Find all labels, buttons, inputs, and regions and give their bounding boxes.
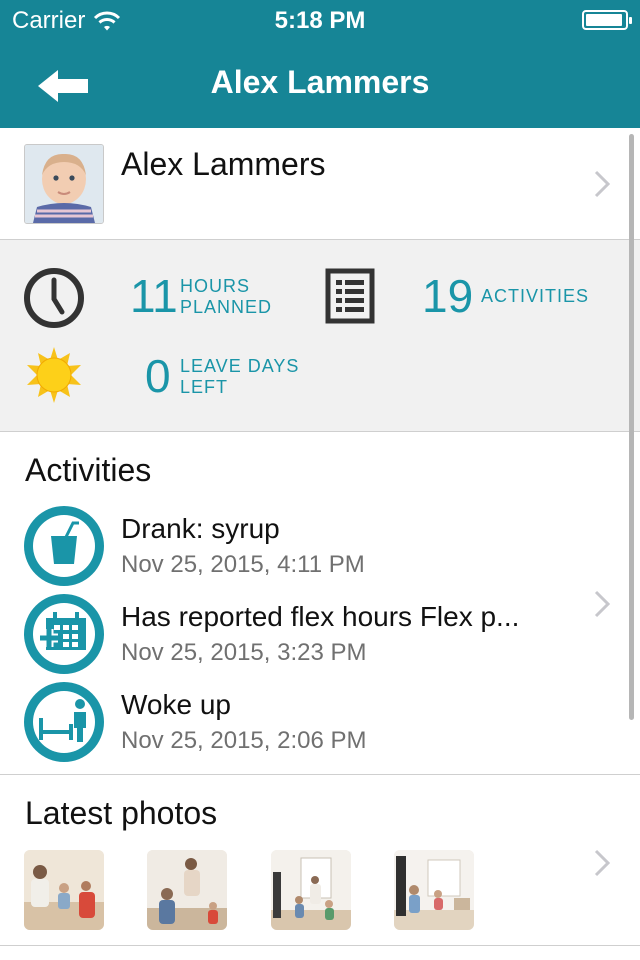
- activity-title: Has reported flex hours Flex p...: [121, 601, 520, 632]
- photos-title: Latest photos: [25, 795, 218, 831]
- hours-label-line2: PLANNED: [180, 297, 273, 317]
- bed-icon: [24, 682, 104, 762]
- list-icon: [325, 268, 375, 324]
- activities-section[interactable]: Activities Drank: syrup Nov 25, 2015, 4:…: [0, 432, 640, 775]
- page-title: Alex Lammers: [210, 64, 430, 100]
- chevron-right-icon: [594, 170, 610, 198]
- navigation-bar: Carrier 5:18 PM Alex Lammers: [0, 0, 640, 128]
- hours-value: 11: [130, 270, 178, 322]
- battery-icon: [582, 10, 632, 30]
- activities-label: ACTIVITIES: [481, 286, 590, 306]
- calendar-plus-icon: [24, 594, 104, 674]
- photo-thumbnail[interactable]: [271, 850, 351, 930]
- leave-label-line1: LEAVE DAYS: [180, 356, 300, 376]
- chevron-right-icon: [594, 849, 610, 877]
- clock-icon: [24, 268, 84, 328]
- photo-thumbnail[interactable]: [147, 850, 227, 930]
- hours-label-line1: HOURS: [180, 276, 251, 296]
- scrollbar[interactable]: [629, 134, 634, 720]
- profile-row[interactable]: Alex Lammers: [0, 128, 640, 240]
- drink-icon: [24, 506, 104, 586]
- activities-value: 19: [422, 270, 474, 322]
- chevron-right-icon: [594, 590, 610, 618]
- photo-thumbnail[interactable]: [24, 850, 104, 930]
- profile-name: Alex Lammers: [121, 146, 326, 182]
- status-time: 5:18 PM: [274, 7, 366, 34]
- sun-icon: [27, 347, 81, 403]
- activity-time: Nov 25, 2015, 4:11 PM: [121, 551, 365, 578]
- stats-panel: 11 HOURS PLANNED 19 ACTIVITIES 0 LEAVE D…: [0, 240, 640, 432]
- status-bar: Carrier 5:18 PM: [0, 0, 640, 40]
- activity-title: Woke up: [121, 689, 231, 720]
- photo-thumbnail[interactable]: [394, 850, 474, 930]
- avatar: [24, 144, 104, 224]
- activity-title: Drank: syrup: [121, 513, 280, 544]
- activity-time: Nov 25, 2015, 2:06 PM: [121, 727, 367, 754]
- activities-title: Activities: [25, 452, 152, 488]
- activity-time: Nov 25, 2015, 3:23 PM: [121, 639, 367, 666]
- leave-value: 0: [145, 350, 171, 402]
- leave-label-line2: LEFT: [180, 377, 229, 397]
